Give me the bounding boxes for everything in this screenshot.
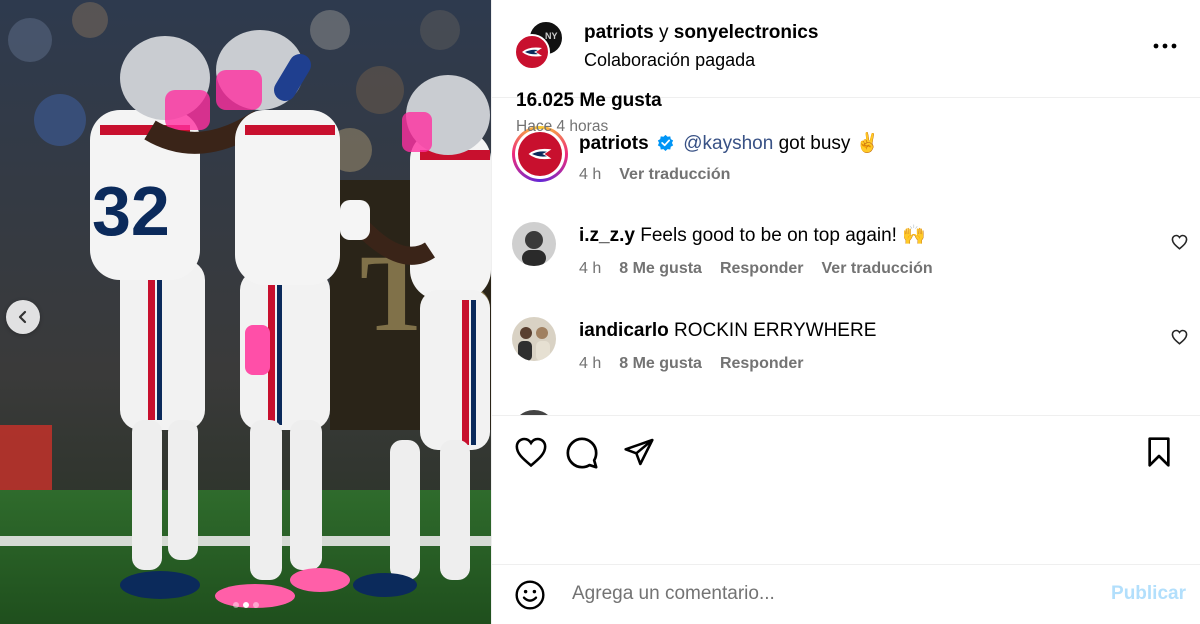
header-usernames: patriots y sonyelectronics [584,22,818,44]
more-icon [1153,43,1177,49]
avatar-photo [512,222,556,266]
comment-time[interactable]: 4 h [579,260,601,278]
caption-mention[interactable]: @kayshon [683,133,773,154]
comment-username[interactable]: iandicarlo [579,320,669,341]
comment-text: i.z_z.y Feels good to be on top again! 🙌 [579,224,926,248]
post-side-panel: NY patriots y sonyelectronics Colaboraci… [491,0,1200,624]
post-actions [492,416,1200,486]
commenter-avatar[interactable] [512,222,556,266]
likes-count[interactable]: 16.025 Me gusta [516,90,662,112]
comment-composer: Publicar [492,564,1200,624]
post-timestamp[interactable]: Hace 4 horas [516,118,608,136]
comment-row: i.z_z.y Feels good to be on top again! 🙌… [512,222,1200,282]
comment-icon[interactable] [565,436,599,470]
comment-body: Feels good to be on top again! 🙌 [634,225,926,246]
comment-like-heart-icon[interactable] [1171,329,1188,345]
caption-time[interactable]: 4 h [579,166,601,184]
patriots-logo-icon [522,47,542,57]
comment-body: ROCKIN ERRYWHERE [668,320,877,341]
comment-time[interactable]: 4 h [579,355,601,373]
header-conjunction: y [653,22,674,43]
comment-meta: 4 h 8 Me gusta Responder Ver traducción [579,260,933,278]
post-dialog: TS 32 [0,0,1200,624]
carousel-dots [232,602,259,608]
comment-text: iandicarlo ROCKIN ERRYWHERE [579,319,876,343]
bookmark-icon[interactable] [1144,436,1174,468]
paid-partnership-label[interactable]: Colaboración pagada [584,49,818,71]
patriots-logo-icon [528,148,552,160]
header-username-sony[interactable]: sonyelectronics [674,22,819,43]
svg-text:32: 32 [92,172,170,250]
carousel-dot [232,602,239,608]
comment-likes[interactable]: 8 Me gusta [619,355,702,373]
caption-meta: 4 h Ver traducción [579,166,730,184]
carousel-dot-active [242,602,249,608]
patriots-avatar[interactable] [514,34,550,70]
more-options-button[interactable] [1150,34,1180,58]
previous-photo-button[interactable] [6,300,40,334]
verified-icon [657,134,674,151]
publish-button[interactable]: Publicar [1111,583,1186,605]
comment-reply-button[interactable]: Responder [720,355,804,373]
caption-text: patriots @kayshon got busy ✌️ [579,132,879,156]
comment-input[interactable] [572,577,1092,611]
comment-likes[interactable]: 8 Me gusta [619,260,702,278]
comment-like-heart-icon[interactable] [1171,234,1188,250]
caption-username[interactable]: patriots [579,133,649,154]
football-players-photo: TS 32 [0,0,491,624]
avatar-photo [512,317,556,361]
header-username-patriots[interactable]: patriots [584,22,654,43]
sony-avatar-text: NY [545,31,558,41]
comment-translate-link[interactable]: Ver traducción [822,260,933,278]
post-image[interactable]: TS 32 [0,0,491,624]
comment-meta: 4 h 8 Me gusta Responder [579,355,804,373]
commenter-avatar[interactable] [512,317,556,361]
collab-avatars[interactable]: NY [514,18,566,74]
caption-row: patriots @kayshon got busy ✌️ 4 h Ver tr… [512,126,1200,196]
comment-username[interactable]: i.z_z.y [579,225,635,246]
comment-row: iandicarlo ROCKIN ERRYWHERE 4 h 8 Me gus… [512,317,1200,377]
share-icon[interactable] [622,436,656,468]
heart-icon[interactable] [514,436,548,468]
carousel-dot [252,602,259,608]
emoji-icon[interactable] [514,579,546,611]
comments-list[interactable]: patriots @kayshon got busy ✌️ 4 h Ver tr… [492,98,1200,416]
header-text: patriots y sonyelectronics Colaboración … [584,22,818,71]
post-header: NY patriots y sonyelectronics Colaboraci… [492,0,1200,98]
caption-translate-link[interactable]: Ver traducción [619,166,730,184]
comment-reply-button[interactable]: Responder [720,260,804,278]
caption-body: got busy ✌️ [773,133,880,154]
chevron-left-icon [18,310,27,324]
